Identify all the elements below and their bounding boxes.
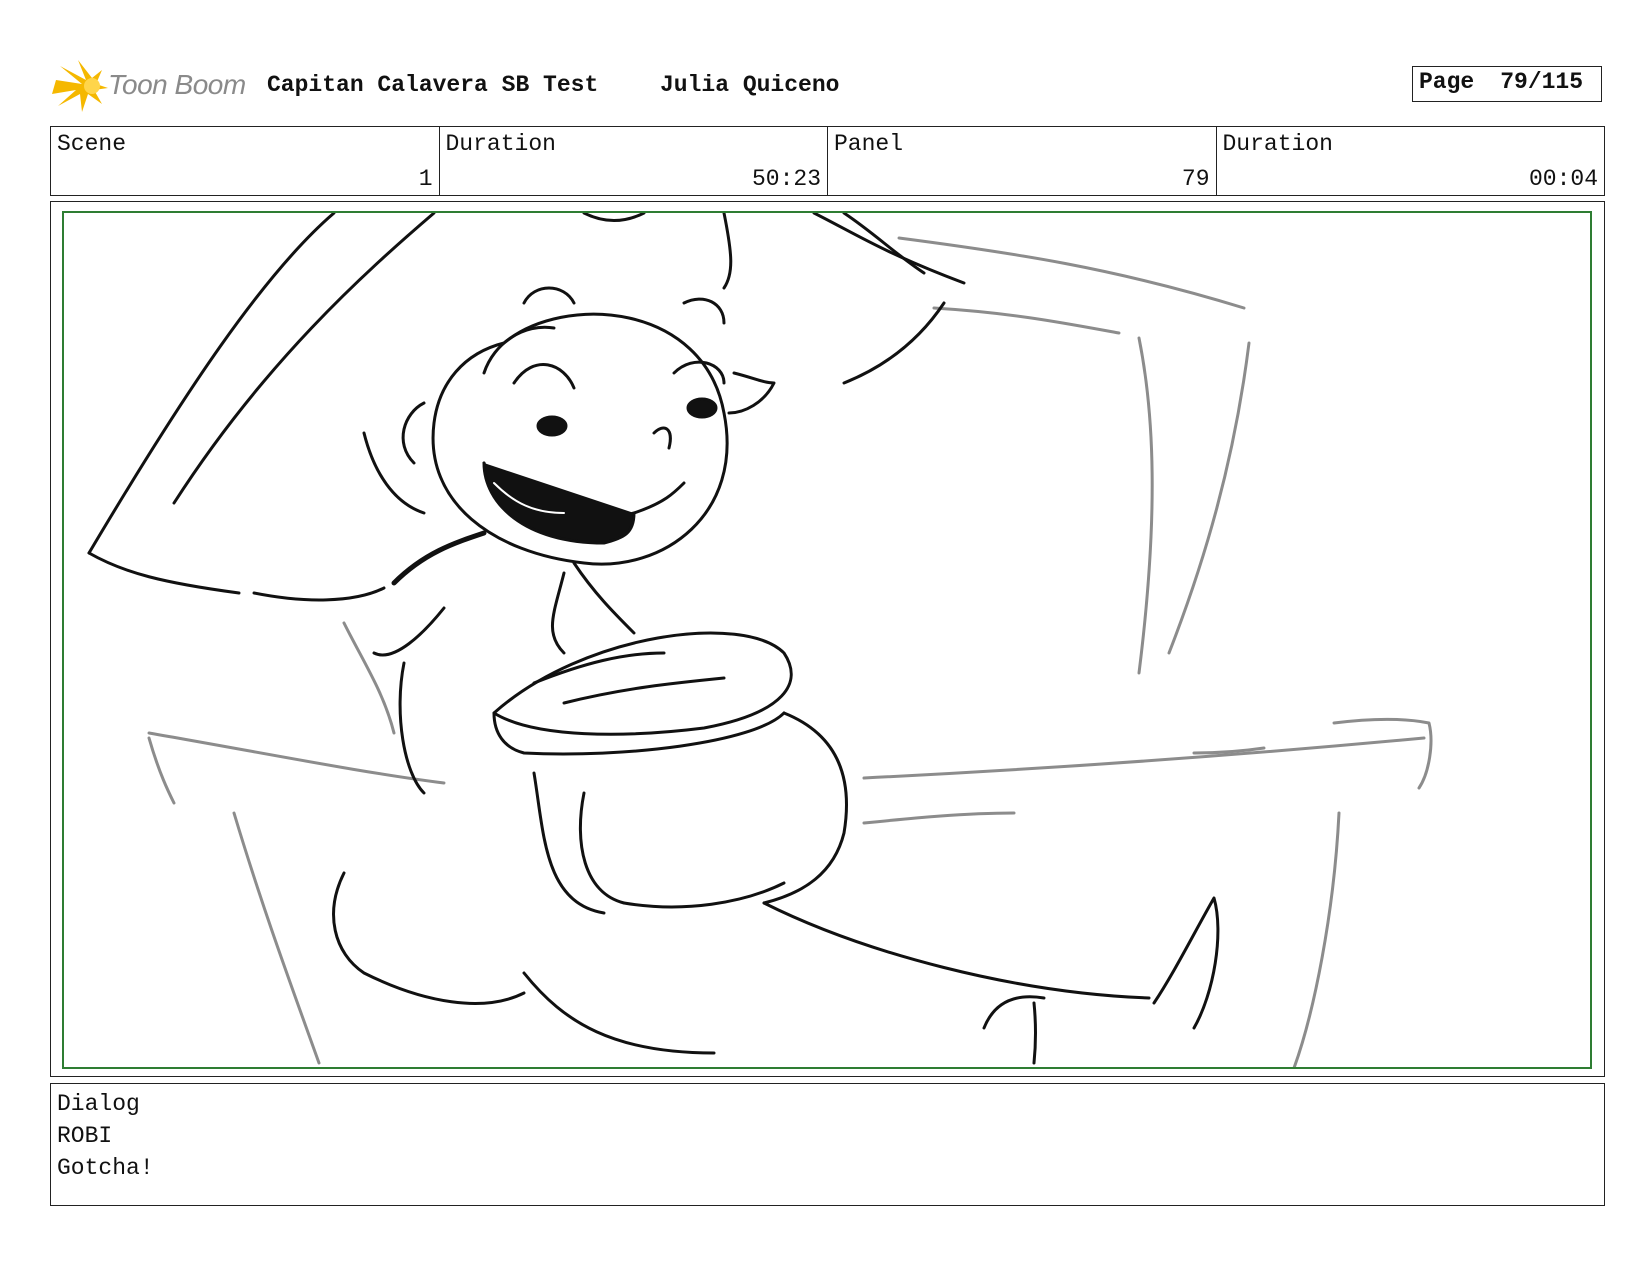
- dialog-box: Dialog ROBI Gotcha!: [50, 1083, 1605, 1206]
- panel-label: Panel: [834, 131, 904, 157]
- logo-text: Toon Boom: [108, 69, 246, 100]
- project-title: Capitan Calavera SB Test: [267, 72, 599, 98]
- author-name: Julia Quiceno: [660, 72, 840, 98]
- scene-duration-label: Duration: [445, 131, 556, 157]
- scene-cell: Scene 1: [51, 127, 440, 195]
- scene-value: 1: [418, 166, 433, 192]
- toon-boom-logo: Toon Boom: [52, 58, 252, 112]
- safe-frame: [62, 211, 1592, 1069]
- storyboard-panel: [50, 201, 1605, 1077]
- scene-label: Scene: [57, 131, 127, 157]
- scene-duration-value: 50:23: [751, 166, 821, 192]
- page-indicator: Page 79/115: [1412, 66, 1602, 102]
- panel-cell: Panel 79: [828, 127, 1217, 195]
- page-number: 79/115: [1500, 69, 1584, 95]
- dialog-speaker: ROBI: [57, 1123, 113, 1149]
- scene-info-table: Scene 1 Duration 50:23 Panel 79 Duration…: [50, 126, 1605, 196]
- panel-duration-label: Duration: [1222, 131, 1333, 157]
- scene-duration-cell: Duration 50:23: [440, 127, 828, 195]
- toon-boom-star-burst-icon: [52, 60, 108, 112]
- page-header: Toon Boom Capitan Calavera SB Test Julia…: [50, 58, 1605, 112]
- dialog-line: Gotcha!: [57, 1155, 154, 1181]
- panel-duration-value: 00:04: [1528, 166, 1598, 192]
- dialog-label: Dialog: [57, 1091, 140, 1117]
- panel-value: 79: [1181, 166, 1210, 192]
- page-label: Page: [1419, 69, 1475, 95]
- panel-duration-cell: Duration 00:04: [1217, 127, 1605, 195]
- panel-sketch: [87, 213, 1433, 1067]
